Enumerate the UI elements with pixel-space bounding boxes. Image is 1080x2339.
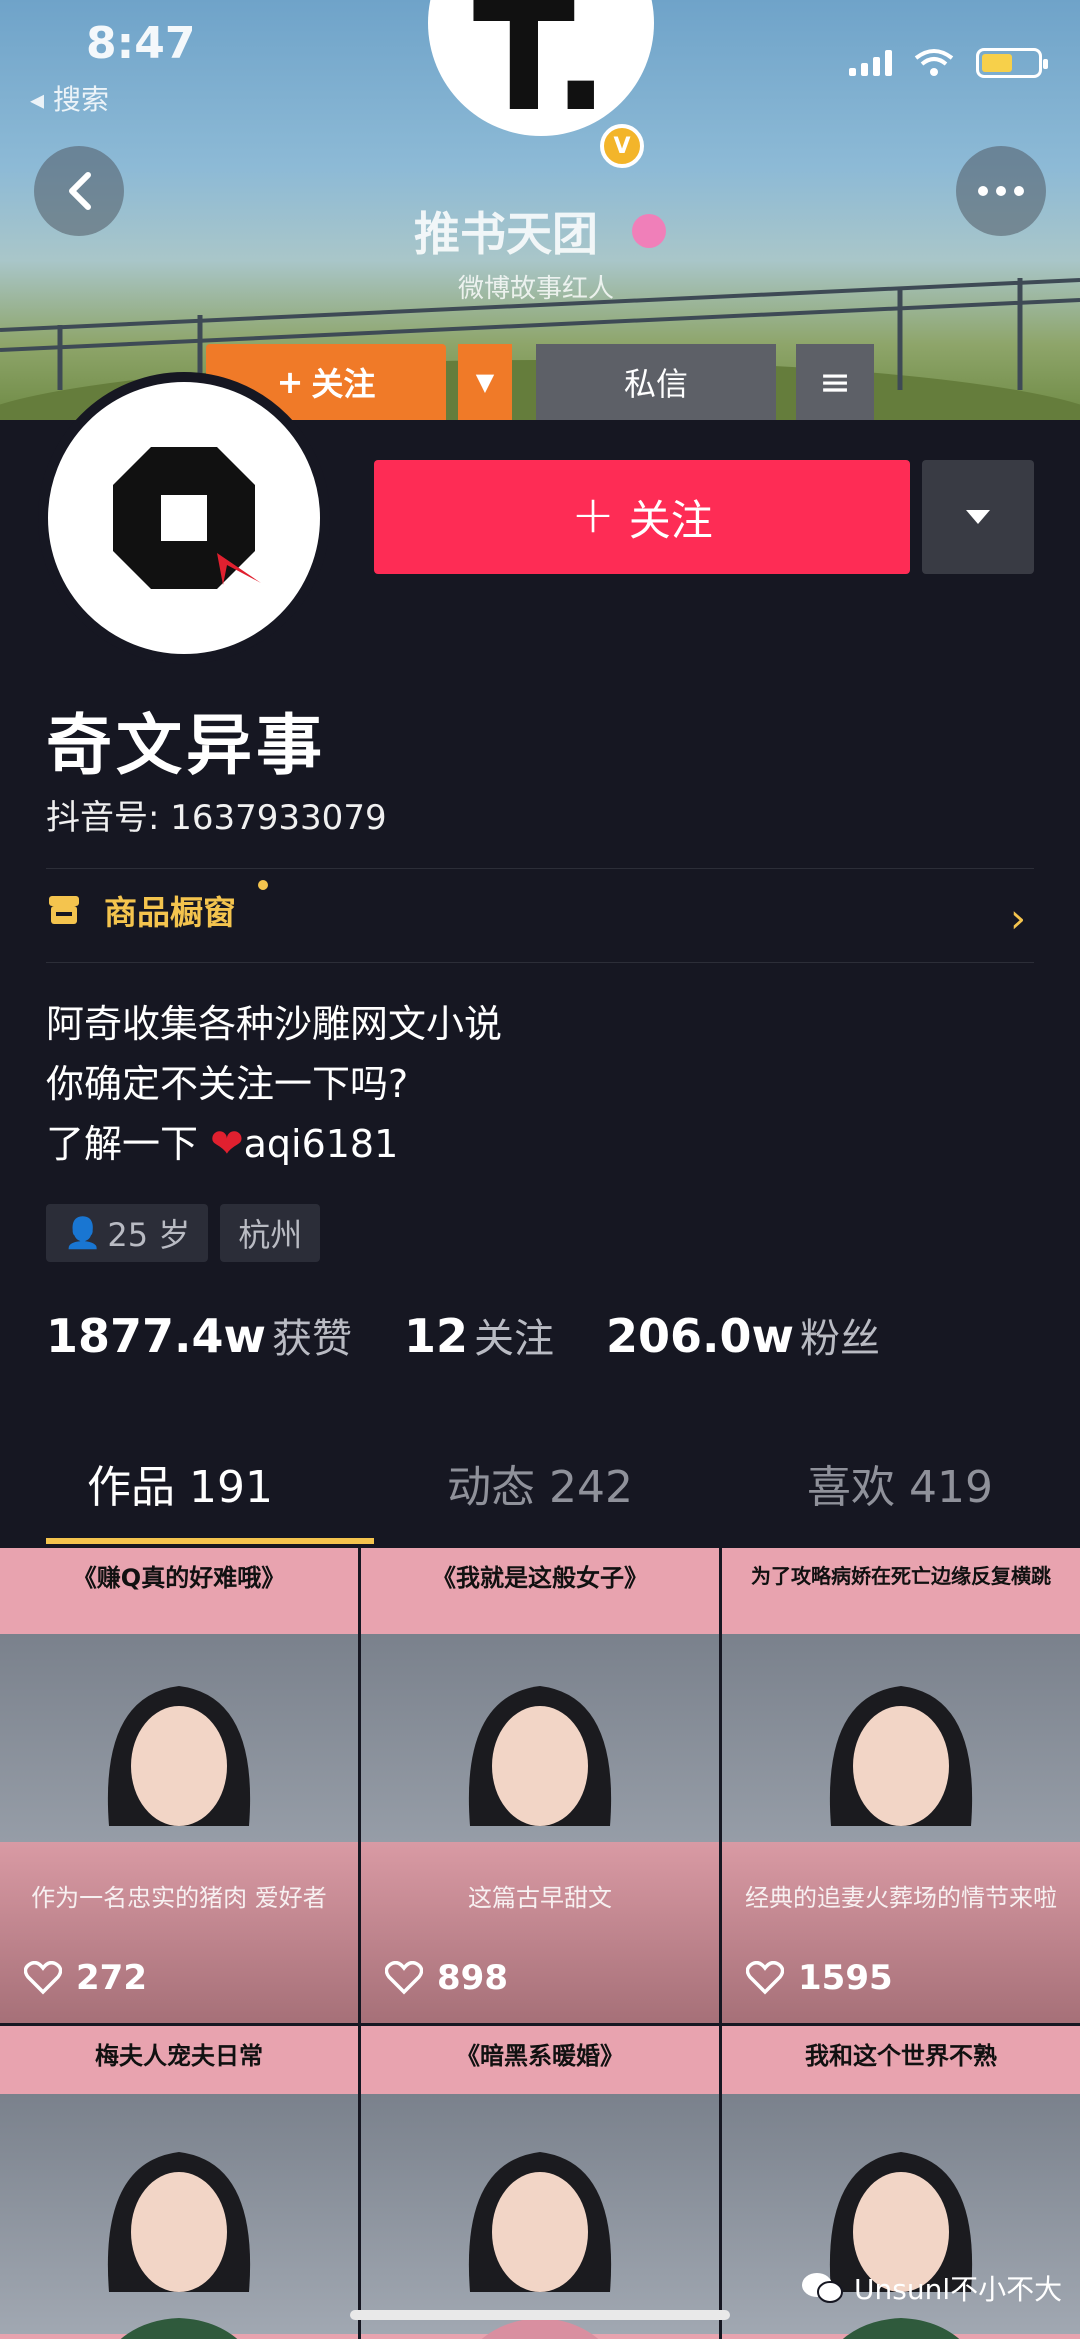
video-title: 《赚Q真的好难哦》 xyxy=(0,1548,358,1636)
person-icon: 👤 xyxy=(64,1215,102,1251)
stat-number: 206.0w xyxy=(606,1309,795,1363)
tab-moments[interactable]: 动态 242 xyxy=(360,1452,720,1544)
video-title: 梅夫人宠夫日常 xyxy=(0,2026,358,2096)
video-likes: 272 xyxy=(24,1958,147,1998)
video-card[interactable]: 《我就是这般女子》 这篇古早甜文 898 xyxy=(361,1548,719,2023)
video-title: 为了攻略病娇在死亡边缘反复横跳 xyxy=(722,1548,1080,1636)
age-label: 25 岁 xyxy=(107,1216,191,1254)
back-to-search-link[interactable]: ◂ 搜索 xyxy=(30,78,109,118)
likes-count: 898 xyxy=(437,1958,508,1998)
chevron-right-icon[interactable]: › xyxy=(1010,896,1026,942)
battery-icon xyxy=(976,48,1048,78)
age-tag: 👤 25 岁 xyxy=(46,1204,209,1262)
city-label: 杭州 xyxy=(238,1216,303,1254)
recommend-dropdown-button[interactable] xyxy=(922,460,1034,574)
bio-handle: aqi6181 xyxy=(243,1122,399,1166)
bio-line: 阿奇收集各种沙雕网文小说 xyxy=(46,1002,503,1046)
video-title: 《暗黑系暖婚》 xyxy=(361,2026,719,2096)
banner-avatar-logo: T. xyxy=(472,0,610,145)
profile-tags: 👤 25 岁 杭州 xyxy=(46,1204,321,1262)
banner-follow-label: 关注 xyxy=(311,365,376,403)
active-tab-indicator xyxy=(46,1538,374,1544)
heart-outline-icon xyxy=(24,1961,62,1995)
weibo-badge-icon xyxy=(632,214,666,248)
home-indicator[interactable] xyxy=(350,2310,730,2320)
chevron-left-icon xyxy=(69,172,91,210)
divider xyxy=(46,868,1034,869)
video-card[interactable]: 梅夫人宠夫日常 xyxy=(0,2026,358,2339)
video-card[interactable]: 《暗黑系暖婚》 xyxy=(361,2026,719,2339)
follow-label: 关注 xyxy=(628,495,713,545)
video-subtitle: 经典的追妻火葬场的情节来啦 xyxy=(745,1884,1057,1912)
video-likes: 898 xyxy=(385,1958,508,1998)
shop-icon xyxy=(49,896,79,924)
video-grid: 《赚Q真的好难哦》 作为一名忠实的猪肉 爱好者 272 《我就是这般女子》 这篇… xyxy=(0,1548,1080,2339)
presenter-figure xyxy=(107,2152,251,2339)
heart-icon: ❤ xyxy=(210,1121,244,1167)
video-card[interactable]: 为了攻略病娇在死亡边缘反复横跳 经典的追妻火葬场的情节来啦 1595 xyxy=(722,1548,1080,2023)
following-stat[interactable]: 12 关注 xyxy=(404,1306,554,1364)
notification-dot xyxy=(258,880,268,890)
verified-badge-icon: V xyxy=(600,124,644,168)
stat-number: 12 xyxy=(404,1309,469,1363)
wifi-icon xyxy=(914,49,954,76)
stat-number: 1877.4w xyxy=(46,1309,267,1363)
chevron-down-icon: ▼ xyxy=(475,368,495,396)
banner-subtitle: 微博故事红人 xyxy=(458,274,615,304)
shop-window-label: 商品橱窗 xyxy=(104,893,236,932)
more-dots-icon xyxy=(978,186,1024,196)
profile-stats: 1877.4w 获赞 12 关注 206.0w 粉丝 xyxy=(46,1306,880,1364)
triangle-down-icon xyxy=(966,510,990,524)
heart-outline-icon xyxy=(385,1961,423,1995)
signal-icon xyxy=(849,50,892,76)
likes-stat: 1877.4w 获赞 xyxy=(46,1306,352,1364)
bio-line: 了解一下 ❤aqi6181 xyxy=(46,1114,502,1174)
follow-button[interactable]: + 关注 xyxy=(374,460,910,574)
video-title: 我和这个世界不熟 xyxy=(722,2026,1080,2096)
banner-message-button[interactable]: 私信 xyxy=(536,344,776,420)
plus-icon: + xyxy=(571,485,615,545)
douyin-id: 抖音号: 1637933079 xyxy=(46,798,387,838)
wechat-icon xyxy=(802,2273,843,2303)
profile-bio: 阿奇收集各种沙雕网文小说 你确定不关注一下吗? 了解一下 ❤aqi6181 xyxy=(46,994,502,1174)
tab-works[interactable]: 作品 191 xyxy=(0,1452,360,1544)
stat-label: 获赞 xyxy=(272,1316,353,1362)
video-card[interactable]: 《赚Q真的好难哦》 作为一名忠实的猪肉 爱好者 272 xyxy=(0,1548,358,2023)
video-subtitle: 作为一名忠实的猪肉 爱好者 xyxy=(31,1884,327,1912)
profile-avatar[interactable] xyxy=(38,372,330,664)
profile-name: 奇文异事 xyxy=(46,707,326,784)
banner-name: 推书天团 xyxy=(414,207,598,261)
video-title: 《我就是这般女子》 xyxy=(361,1548,719,1636)
banner-avatar: T. xyxy=(428,0,654,145)
city-tag: 杭州 xyxy=(220,1204,321,1262)
likes-count: 272 xyxy=(76,1958,147,1998)
content-tabs: 作品 191 动态 242 喜欢 419 xyxy=(0,1452,1080,1544)
stat-label: 关注 xyxy=(474,1316,555,1362)
shop-window-row[interactable]: 商品橱窗 xyxy=(46,880,268,934)
likes-count: 1595 xyxy=(798,1958,893,1998)
presenter-figure xyxy=(468,2152,612,2339)
watermark-text: Unsunl不小不大 xyxy=(854,2273,1063,2306)
followers-stat[interactable]: 206.0w 粉丝 xyxy=(606,1306,880,1364)
bio-line: 你确定不关注一下吗? xyxy=(46,1062,409,1106)
back-button[interactable] xyxy=(34,146,124,236)
divider xyxy=(46,962,1034,963)
status-icons xyxy=(849,48,1048,78)
video-likes: 1595 xyxy=(746,1958,893,1998)
q-logo-icon xyxy=(113,447,261,589)
banner-follow-dropdown[interactable]: ▼ xyxy=(458,344,512,420)
heart-outline-icon xyxy=(746,1961,784,1995)
more-button[interactable] xyxy=(956,146,1046,236)
stat-label: 粉丝 xyxy=(800,1316,881,1362)
video-subtitle: 这篇古早甜文 xyxy=(468,1884,612,1912)
bio-prefix: 了解一下 xyxy=(46,1122,211,1166)
banner-menu-button[interactable]: ≡ xyxy=(796,344,874,420)
plus-icon: + xyxy=(276,363,304,401)
profile-banner: 8:47 ◂ 搜索 T. V 推书天团 微博故事红人 + 关注 ▼ 私信 ≡ xyxy=(0,0,1080,420)
status-time: 8:47 xyxy=(86,18,196,69)
watermark: Unsunl不小不大 xyxy=(800,2268,1062,2308)
hamburger-icon: ≡ xyxy=(819,360,851,404)
tab-likes[interactable]: 喜欢 419 xyxy=(720,1452,1080,1544)
